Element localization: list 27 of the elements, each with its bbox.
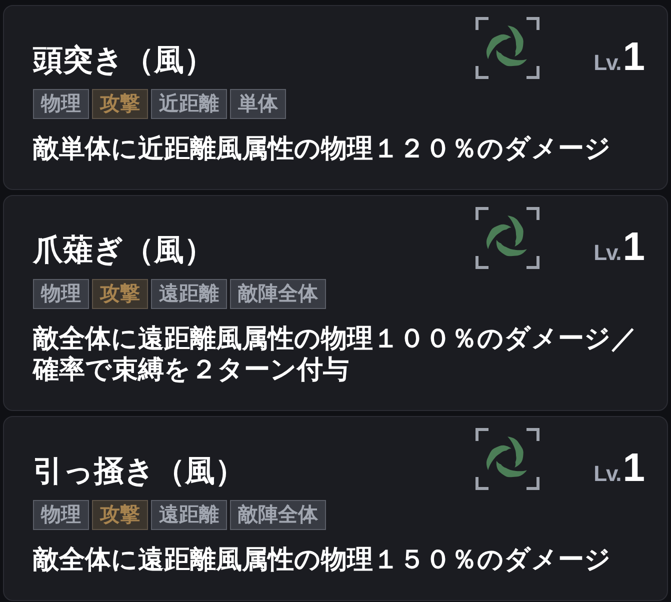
- level-label: Lv.: [594, 463, 621, 485]
- level-number: 1: [622, 448, 645, 488]
- skill-tag: 物理: [33, 89, 89, 119]
- skill-tag: 遠距離: [151, 279, 227, 309]
- level-number: 1: [622, 227, 645, 267]
- swirl-icon: [474, 17, 540, 79]
- skill-description: 敵単体に近距離風属性の物理１２０％のダメージ: [33, 133, 612, 164]
- skill-title: 引っ掻き（風）: [33, 454, 246, 490]
- skill-tag: 攻撃: [92, 500, 148, 530]
- skill-description: 敵全体に遠距離風属性の物理１００％のダメージ／確率で束縛を２ターン付与: [33, 323, 638, 385]
- skill-tag: 攻撃: [92, 279, 148, 309]
- skill-title: 頭突き（風）: [33, 43, 215, 79]
- skill-tag: 物理: [33, 279, 89, 309]
- skill-tag: 遠距離: [151, 500, 227, 530]
- level-label: Lv.: [594, 52, 621, 74]
- skill-description: 敵全体に遠距離風属性の物理１５０％のダメージ: [33, 544, 612, 575]
- skill-tag: 単体: [230, 89, 286, 119]
- skill-tag: 物理: [33, 500, 89, 530]
- skill-tag: 攻撃: [92, 89, 148, 119]
- swirl-icon: [474, 428, 540, 490]
- skill-tag: 近距離: [151, 89, 227, 119]
- skill-title: 爪薙ぎ（風）: [33, 233, 215, 269]
- skill-tag: 敵陣全体: [230, 500, 326, 530]
- swirl-icon: [474, 207, 540, 269]
- level-label: Lv.: [594, 242, 621, 264]
- skill-tag: 敵陣全体: [230, 279, 326, 309]
- level-number: 1: [622, 37, 645, 77]
